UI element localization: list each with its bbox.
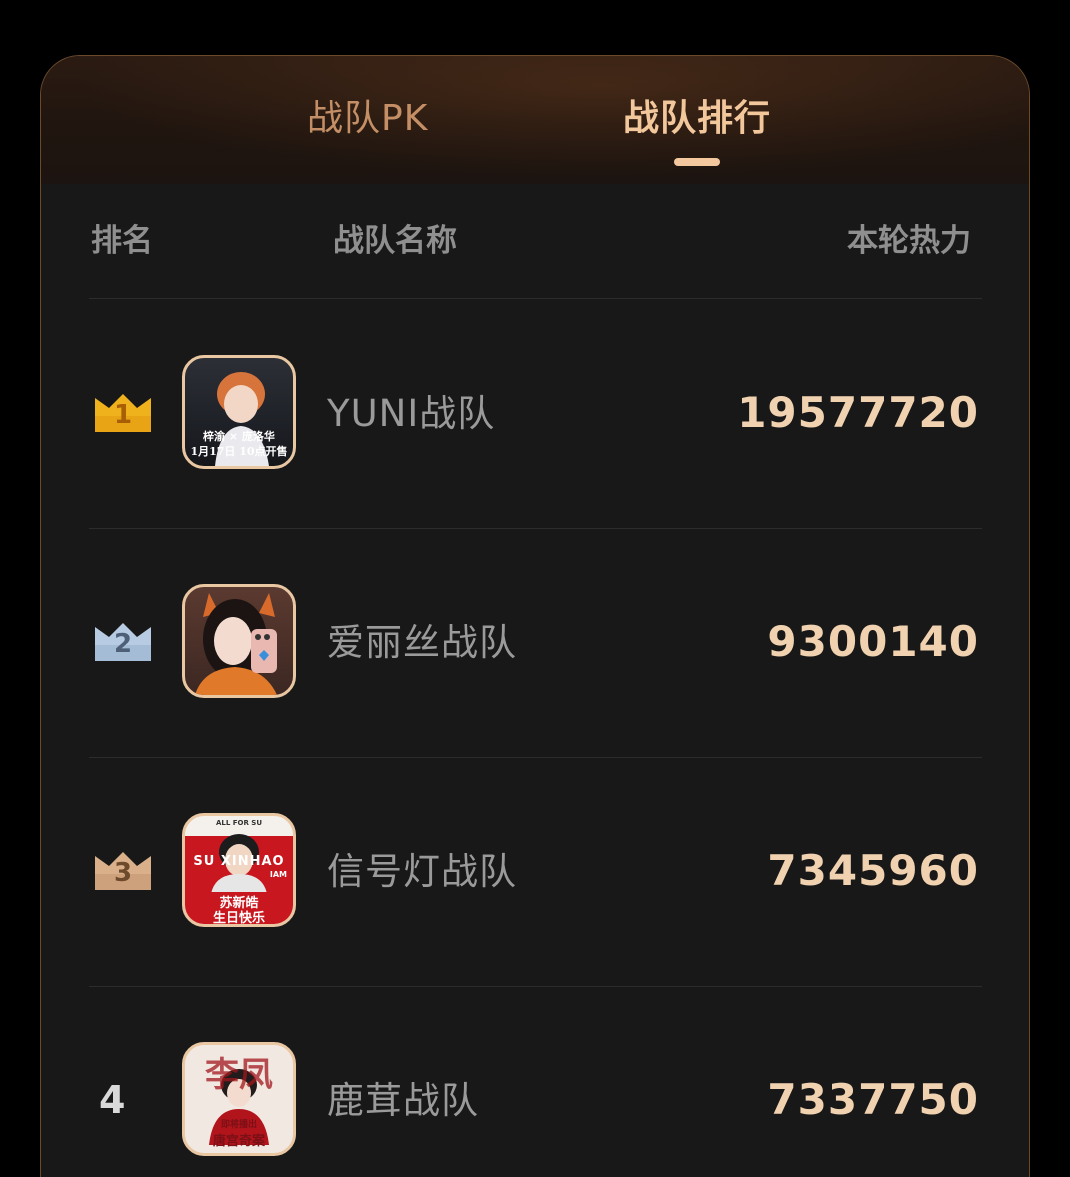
silver-crown-icon: 2: [93, 619, 153, 663]
table-row[interactable]: 1 梓渝 × 庞洛华 1月17日 10点开售 YUNI战队 19577720: [41, 299, 1029, 528]
team-avatar[interactable]: 梓渝 × 庞洛华 1月17日 10点开售: [182, 355, 296, 469]
table-row[interactable]: 2 爱丽丝战队 9300140: [41, 528, 1029, 757]
rank-number: 1: [113, 400, 133, 430]
team-avatar[interactable]: ALL FOR SU SU XINHAO IAM 苏新皓 生日快乐: [182, 813, 296, 927]
page: 战队PK 战队排行 排名 战队名称 本轮热力 1 梓渝 × 庞洛华 1月17日 …: [0, 0, 1070, 1177]
column-header-rank: 排名: [91, 223, 153, 259]
heat-value: 19577720: [737, 388, 979, 437]
gold-crown-icon: 1: [93, 390, 153, 434]
team-name[interactable]: 鹿茸战队: [327, 1078, 479, 1124]
team-avatar[interactable]: 李凤 即将播出 唐宫奇案: [182, 1042, 296, 1156]
active-tab-indicator: [674, 158, 720, 166]
avatar-caption-line1: 即将播出: [220, 1120, 257, 1130]
team-avatar[interactable]: [182, 584, 296, 698]
avatar-caption-big: 李凤: [205, 1055, 273, 1095]
tab-team-ranking[interactable]: 战队排行: [623, 96, 771, 146]
rank-number: 2: [113, 629, 133, 659]
team-name[interactable]: 信号灯战队: [327, 849, 517, 895]
avatar-tag: IAM: [269, 870, 287, 879]
table-row[interactable]: 3 ALL FOR SU SU XINHAO IAM 苏新皓 生日快乐 信号灯战…: [41, 757, 1029, 986]
avatar-caption-top: ALL FOR SU: [215, 819, 263, 827]
avatar-caption-big: SU XINHAO: [193, 854, 285, 869]
table-row[interactable]: 4 李凤 即将播出 唐宫奇案 鹿茸战队 7337750: [41, 986, 1029, 1177]
team-name[interactable]: 爱丽丝战队: [327, 620, 517, 666]
heat-value: 9300140: [767, 617, 979, 666]
avatar-caption-line2: 1月17日 10点开售: [190, 445, 288, 458]
rank-number: 4: [99, 1078, 126, 1122]
tab-team-pk[interactable]: 战队PK: [307, 96, 428, 146]
column-header-heat: 本轮热力: [847, 223, 971, 259]
ranking-card: 战队PK 战队排行 排名 战队名称 本轮热力 1 梓渝 × 庞洛华 1月17日 …: [40, 55, 1030, 1177]
tab-bar: 战队PK 战队排行: [41, 56, 1029, 184]
bronze-crown-icon: 3: [93, 848, 153, 892]
avatar-caption-line1: 梓渝 × 庞洛华: [203, 430, 275, 443]
team-name[interactable]: YUNI战队: [327, 391, 495, 437]
avatar-caption-line2: 生日快乐: [212, 911, 265, 926]
avatar-caption-line2: 唐宫奇案: [212, 1134, 265, 1149]
rank-number: 3: [113, 858, 133, 888]
column-header-team-name: 战队名称: [333, 223, 457, 259]
heat-value: 7345960: [767, 846, 979, 895]
heat-value: 7337750: [767, 1075, 979, 1124]
